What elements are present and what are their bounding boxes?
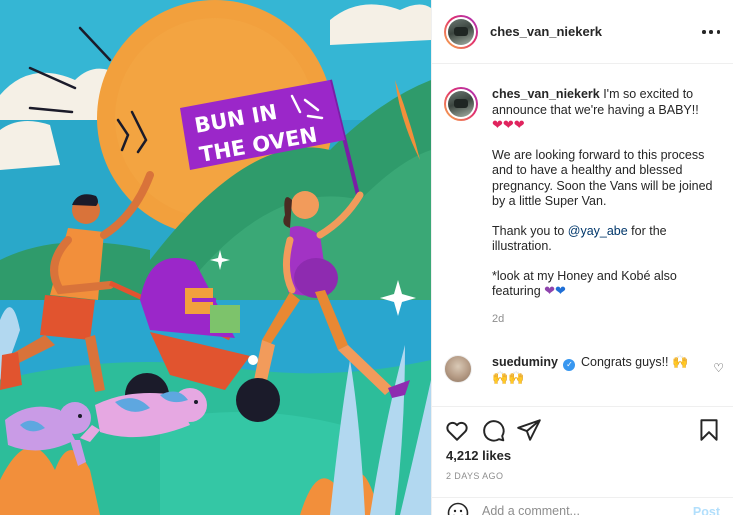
action-bar: 4,212 likes 2 DAYS AGO Post [432, 406, 733, 515]
comment-text: Congrats guys!! [580, 355, 669, 369]
raised-hands-emoji-2: 🙌🙌 [492, 371, 525, 386]
post-comment-button[interactable]: Post [693, 505, 720, 515]
like-heart-icon[interactable] [444, 417, 470, 443]
purple-heart-emoji: ❤ [544, 284, 556, 299]
comments-section: ches_van_niekerk I'm so excited to annou… [432, 65, 733, 405]
caption-text-3a: Thank you to [492, 223, 568, 238]
raised-hands-emoji: 🙌 [672, 355, 689, 370]
save-bookmark-icon[interactable] [696, 417, 722, 443]
author-avatar[interactable] [444, 14, 478, 49]
add-comment-bar: Post [432, 497, 733, 515]
red-hearts-emoji: ❤❤❤ [492, 118, 525, 133]
more-options-icon[interactable] [702, 24, 720, 40]
caption-time[interactable]: 2d [492, 312, 728, 328]
comment-username[interactable]: sueduminy [492, 355, 558, 369]
comment-item: sueduminy ✓ Congrats guys!! 🙌 🙌🙌 ♡ [444, 355, 728, 387]
share-paper-plane-icon[interactable] [516, 417, 542, 443]
post-header: ches_van_niekerk [432, 0, 733, 64]
caption-username[interactable]: ches_van_niekerk [492, 87, 600, 101]
post-image[interactable]: BUN IN THE OVEN [0, 0, 431, 515]
verified-badge-icon: ✓ [563, 359, 576, 371]
comment-like-icon[interactable]: ♡ [713, 361, 724, 375]
caption: ches_van_niekerk I'm so excited to annou… [444, 87, 728, 327]
likes-count[interactable]: 4,212 likes [446, 448, 511, 463]
caption-paragraph-4: *look at my Honey and Kobé also featurin… [492, 269, 728, 300]
post-detail-panel: ches_van_niekerk ches_van_niekerk I'm so… [431, 0, 733, 515]
add-comment-input[interactable] [482, 504, 672, 515]
caption-text-4: *look at my Honey and Kobé also featurin… [492, 268, 677, 299]
illustration-svg: BUN IN THE OVEN [0, 0, 431, 515]
caption-author-avatar[interactable] [444, 87, 478, 121]
blue-heart-emoji: ❤ [555, 284, 566, 299]
author-username[interactable]: ches_van_niekerk [490, 24, 602, 39]
caption-paragraph-1: ches_van_niekerk I'm so excited to annou… [492, 87, 728, 134]
mention-link[interactable]: @yay_abe [568, 224, 628, 238]
caption-paragraph-3: Thank you to @yay_abe for the illustrati… [492, 224, 728, 255]
comment-bubble-icon[interactable] [480, 417, 506, 443]
emoji-smiley-icon[interactable] [446, 501, 470, 515]
post-date[interactable]: 2 DAYS AGO [446, 471, 503, 481]
commenter-avatar[interactable] [444, 355, 472, 383]
caption-paragraph-2: We are looking forward to this process a… [492, 147, 713, 209]
